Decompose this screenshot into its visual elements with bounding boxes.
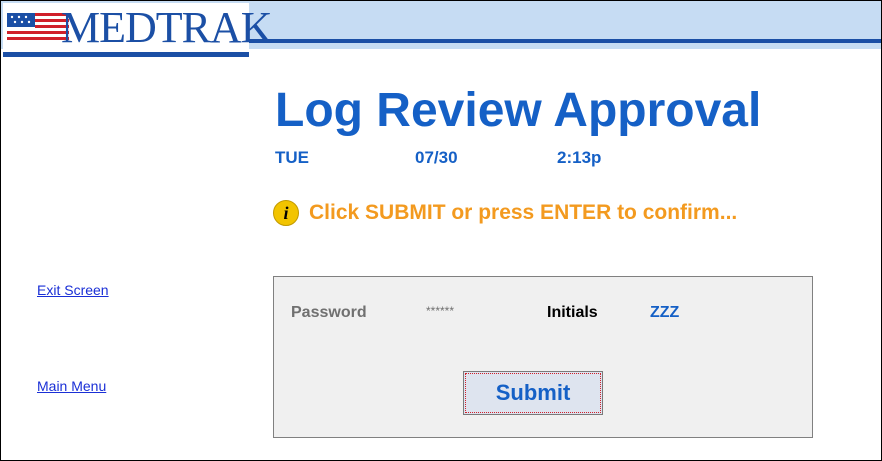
submit-button[interactable]: Submit [463, 371, 603, 415]
password-field[interactable]: ****** [426, 304, 454, 318]
header-rule [249, 39, 881, 43]
initials-label: Initials [547, 304, 598, 321]
exit-screen-link[interactable]: Exit Screen [37, 282, 109, 298]
main-menu-link[interactable]: Main Menu [37, 378, 106, 394]
day-label: TUE [275, 148, 309, 167]
date-label: 07/30 [415, 148, 458, 167]
flag-icon [7, 13, 69, 43]
notice-text: Click SUBMIT or press ENTER to confirm..… [309, 201, 738, 224]
info-icon: i [273, 200, 299, 226]
time-label: 2:13p [557, 148, 602, 167]
password-label: Password [291, 304, 367, 321]
logo-text: MEDTRAK [61, 3, 273, 52]
medtrak-logo: MEDTRAK [3, 3, 273, 57]
initials-value: ZZZ [650, 304, 680, 321]
app-window: MEDTRAK Log Review Approval TUE 07/30 2:… [0, 0, 882, 461]
confirm-notice: i Click SUBMIT or press ENTER to confirm… [273, 200, 737, 226]
approval-form: Password ****** Initials ZZZ Submit [273, 276, 813, 438]
page-title: Log Review Approval [275, 84, 762, 137]
